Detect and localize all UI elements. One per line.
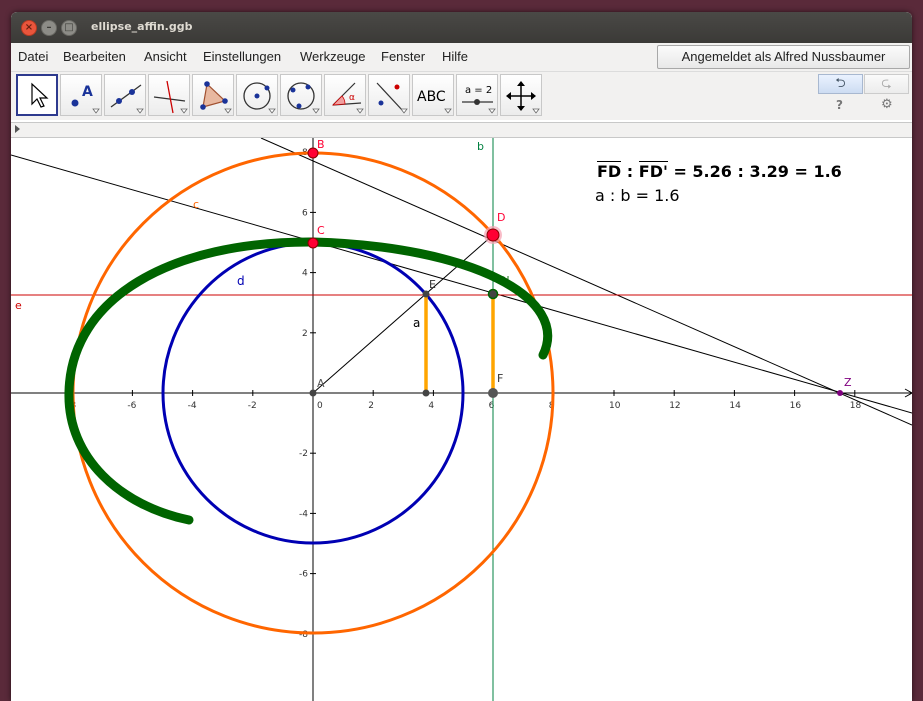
ratio-equation: FD : FD' = 5.26 : 3.29 = 1.6	[597, 161, 842, 181]
svg-text:ABC: ABC	[417, 89, 446, 105]
y-tick-label: 6	[302, 208, 308, 218]
undo-button[interactable]: ⮌	[818, 74, 863, 94]
label-D: D	[497, 211, 505, 224]
menu-einstellungen[interactable]: Einstellungen	[203, 49, 281, 64]
perpendicular-line-icon	[153, 80, 188, 114]
point-Z[interactable]	[837, 390, 843, 396]
label-F: F	[497, 372, 503, 385]
reflect-tool-button[interactable]	[368, 74, 410, 116]
x-tick-label: 12	[669, 401, 680, 411]
y-tick-label: 2	[302, 329, 308, 339]
conic-tool-button[interactable]	[280, 74, 322, 116]
y-tick-label: -6	[299, 570, 308, 580]
move-arrows-icon	[506, 81, 540, 114]
label-D-prime: D'	[498, 274, 510, 287]
point-D[interactable]	[486, 228, 500, 242]
circle-icon	[243, 82, 276, 114]
minimize-window-button[interactable]: –	[41, 20, 57, 36]
line-icon	[110, 84, 144, 114]
line-BZ[interactable]	[260, 137, 912, 426]
label-b: b	[477, 140, 484, 153]
x-tick-label: 10	[609, 401, 621, 411]
ratio-separator: :	[621, 162, 639, 181]
ab-equation: a : b = 1.6	[595, 186, 680, 205]
point-C[interactable]	[307, 237, 319, 249]
menu-datei[interactable]: Datei	[18, 49, 48, 64]
x-tick-label: -2	[248, 401, 257, 411]
segment-FD-prime-label: FD'	[638, 161, 668, 181]
reflect-line-icon	[376, 82, 408, 114]
redo-button[interactable]: ⮎	[864, 74, 909, 94]
svg-text:α: α	[349, 93, 355, 103]
point-tool-button[interactable]: A	[60, 74, 102, 116]
menu-bar: Datei Bearbeiten Ansicht Einstellungen W…	[11, 43, 912, 72]
label-E: E	[429, 278, 436, 291]
cursor-arrow-icon	[31, 82, 49, 108]
menu-ansicht[interactable]: Ansicht	[144, 49, 187, 64]
help-icon[interactable]: ?	[836, 98, 843, 112]
x-tick-label: 14	[729, 401, 741, 411]
label-B: B	[317, 138, 325, 151]
move-tool-button[interactable]	[16, 74, 58, 116]
angle-tool-button[interactable]: α	[324, 74, 366, 116]
algebra-collapse-strip[interactable]	[11, 122, 912, 138]
point-F[interactable]	[488, 388, 498, 398]
expand-arrow-icon[interactable]	[15, 125, 20, 133]
graphics-canvas[interactable]: -8 -6 -4 -2 0 2 4 6 8 10 12 14 16 18-8-6-4-22468	[11, 137, 912, 701]
circle-three-points-icon	[287, 82, 320, 114]
point-A[interactable]	[309, 389, 317, 397]
menu-fenster[interactable]: Fenster	[381, 49, 425, 64]
close-window-button[interactable]: ×	[21, 20, 37, 36]
label-a: a	[413, 316, 420, 330]
segment-FD-label: FD	[597, 161, 622, 181]
x-tick-label: -6	[127, 401, 136, 411]
polygon-tool-button[interactable]	[192, 74, 234, 116]
y-tick-label: 4	[302, 269, 308, 279]
label-C: C	[317, 224, 325, 237]
x-tick-label: 2	[368, 401, 374, 411]
circle-tool-button[interactable]	[236, 74, 278, 116]
angle-icon: α	[331, 82, 364, 114]
x-tick-label: 4	[428, 401, 434, 411]
line-AD[interactable]	[312, 234, 494, 394]
title-bar: × – □ ellipse_affin.ggb	[11, 12, 912, 43]
menu-werkzeuge[interactable]: Werkzeuge	[300, 49, 366, 64]
graphics-view[interactable]: -8 -6 -4 -2 0 2 4 6 8 10 12 14 16 18 -8 -6 -4 -2 2 4 6 8	[11, 137, 912, 701]
text-tool-button[interactable]: ABC	[412, 74, 454, 116]
perpendicular-tool-button[interactable]	[148, 74, 190, 116]
label-e: e	[15, 299, 22, 312]
x-tick-label: 6	[489, 401, 495, 411]
geogebra-window: × – □ ellipse_affin.ggb Datei Bearbeiten…	[11, 12, 912, 701]
label-A: A	[317, 377, 325, 390]
ratio-values: = 5.26 : 3.29 = 1.6	[667, 162, 842, 181]
login-status-button[interactable]: Angemeldet als Alfred Nussbaumer	[657, 45, 910, 69]
svg-text:a = 2: a = 2	[465, 85, 492, 96]
x-tick-label: 0	[317, 401, 323, 411]
move-view-tool-button[interactable]	[500, 74, 542, 116]
label-c: c	[193, 198, 199, 211]
polygon-icon	[200, 81, 232, 114]
menu-bearbeiten[interactable]: Bearbeiten	[63, 49, 126, 64]
svg-text:A: A	[82, 84, 93, 100]
x-tick-label: 16	[790, 401, 802, 411]
slider-icon: a = 2	[462, 85, 496, 114]
y-tick-label: -4	[299, 509, 308, 519]
window-title: ellipse_affin.ggb	[91, 20, 193, 33]
ellipse-locus	[64, 237, 553, 525]
line-tool-button[interactable]	[104, 74, 146, 116]
maximize-window-button[interactable]: □	[61, 20, 77, 36]
x-tick-label: -4	[188, 401, 197, 411]
label-Z: Z	[844, 376, 852, 389]
point-D-prime[interactable]	[487, 288, 499, 300]
slider-tool-button[interactable]: a = 2	[456, 74, 498, 116]
gear-icon[interactable]: ⚙	[881, 97, 893, 112]
point-icon: A	[71, 84, 100, 114]
text-icon: ABC	[417, 89, 452, 114]
point-E-foot[interactable]	[422, 389, 430, 397]
label-d: d	[237, 274, 245, 288]
point-E[interactable]	[422, 290, 430, 298]
tool-bar: A α ABC a = 2 ⮌ ⮎ ? ⚙	[11, 72, 912, 120]
y-tick-label: -2	[299, 449, 308, 459]
menu-hilfe[interactable]: Hilfe	[442, 49, 468, 64]
